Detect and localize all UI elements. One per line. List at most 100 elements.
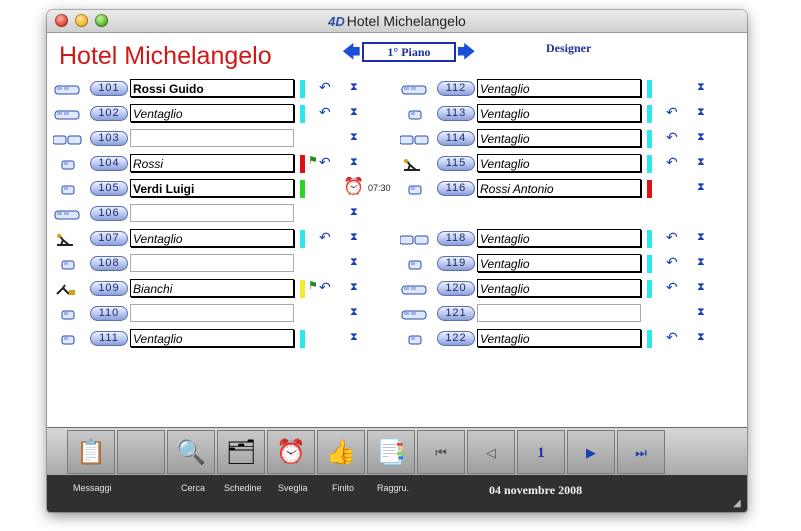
done-button[interactable]: 👍 [317,430,365,474]
room-row-121[interactable]: 121 ⧗ [400,304,740,324]
wakeup-button[interactable]: ⏰ [267,430,315,474]
hourglass-icon[interactable]: ⧗ [350,306,358,319]
room-row-119[interactable]: 119 Ventaglio ↶ ⧗ [400,254,740,274]
room-number-button[interactable]: 116 [437,181,475,196]
room-row-111[interactable]: 111 Ventaglio ⧗ [53,329,393,349]
room-number-button[interactable]: 118 [437,231,475,246]
search-button[interactable]: 🔍 [167,430,215,474]
group-button[interactable]: 📑 [367,430,415,474]
room-number-button[interactable]: 109 [90,281,128,296]
room-row-116[interactable]: 116 Rossi Antonio ⧗ [400,179,740,199]
room-row-112[interactable]: 112 Ventaglio ⧗ [400,79,740,99]
hourglass-icon[interactable]: ⧗ [697,106,705,119]
guest-name-field[interactable]: Verdi Luigi [130,179,294,197]
room-number-button[interactable]: 113 [437,106,475,121]
guest-name-field[interactable] [130,304,294,322]
guest-name-field[interactable]: Ventaglio [477,254,641,272]
room-row-118[interactable]: 118 Ventaglio ↶ ⧗ [399,229,740,249]
checkout-arrow-icon[interactable]: ↶ [666,255,678,269]
room-row-113[interactable]: 113 Ventaglio ↶ ⧗ [400,104,740,124]
guest-name-field[interactable]: Ventaglio [477,279,641,297]
hourglass-icon[interactable]: ⧗ [350,281,358,294]
room-number-button[interactable]: 103 [90,131,128,146]
room-number-button[interactable]: 114 [437,131,475,146]
guest-name-field[interactable]: Rossi Guido [130,79,294,97]
guest-name-field[interactable]: Ventaglio [477,129,641,147]
hourglass-icon[interactable]: ⧗ [350,231,358,244]
next-page-button[interactable]: ▶ [567,430,615,474]
guest-name-field[interactable]: Ventaglio [477,229,641,247]
room-row-105[interactable]: 105 Verdi Luigi ⏰ 07:30 [53,177,393,199]
hourglass-icon[interactable]: ⧗ [697,156,705,169]
checkout-arrow-icon[interactable]: ↶ [319,230,331,244]
checkout-arrow-icon[interactable]: ↶ [666,280,678,294]
guest-name-field[interactable]: Ventaglio [477,154,641,172]
alarm-clock-icon[interactable]: ⏰ [343,177,364,197]
guest-name-field[interactable]: Rossi Antonio [477,179,641,197]
room-number-button[interactable]: 122 [437,331,475,346]
resize-grip-icon[interactable]: ◢ [733,498,745,510]
guest-name-field[interactable]: Bianchi [130,279,294,297]
registration-cards-button[interactable]: 🗂 [217,430,265,474]
room-row-101[interactable]: 101 Rossi Guido ↶ ⧗ [53,79,393,99]
guest-name-field[interactable]: Ventaglio [130,229,294,247]
checkout-arrow-icon[interactable]: ↶ [666,155,678,169]
blank-toolbar-button[interactable] [117,430,165,474]
room-number-button[interactable]: 110 [90,306,128,321]
hourglass-icon[interactable]: ⧗ [697,331,705,344]
checkout-arrow-icon[interactable]: ↶ [319,80,331,94]
first-page-button[interactable]: ⏮ [417,430,465,474]
room-number-button[interactable]: 121 [437,306,475,321]
page-number-button[interactable]: 1 [517,430,565,474]
room-row-102[interactable]: 102 Ventaglio ↶ ⧗ [53,104,393,124]
hourglass-icon[interactable]: ⧗ [350,206,358,219]
next-floor-icon[interactable]: 🡆 [457,43,476,61]
room-row-104[interactable]: 104 Rossi ⚑ ↶ ⧗ [53,154,393,174]
hourglass-icon[interactable]: ⧗ [697,306,705,319]
room-number-button[interactable]: 120 [437,281,475,296]
guest-name-field[interactable] [130,254,294,272]
guest-name-field[interactable]: Ventaglio [477,79,641,97]
room-number-button[interactable]: 105 [90,181,128,196]
room-row-109[interactable]: 109 Bianchi ⚑ ↶ ⧗ [53,279,393,299]
previous-floor-icon[interactable]: 🡄 [342,43,361,61]
guest-name-field[interactable]: Ventaglio [477,104,641,122]
room-row-103[interactable]: 103 ⧗ [52,129,393,149]
hourglass-icon[interactable]: ⧗ [697,231,705,244]
hourglass-icon[interactable]: ⧗ [350,81,358,94]
room-row-120[interactable]: 120 Ventaglio ↶ ⧗ [400,279,740,299]
guest-name-field[interactable]: Ventaglio [130,329,294,347]
hourglass-icon[interactable]: ⧗ [697,181,705,194]
room-number-button[interactable]: 119 [437,256,475,271]
room-number-button[interactable]: 104 [90,156,128,171]
guest-name-field[interactable]: Ventaglio [130,104,294,122]
checkout-arrow-icon[interactable]: ↶ [666,230,678,244]
last-page-button[interactable]: ⏭ [617,430,665,474]
checkout-arrow-icon[interactable]: ↶ [666,105,678,119]
floor-selector[interactable]: 1° Piano [362,42,456,62]
hourglass-icon[interactable]: ⧗ [697,256,705,269]
room-row-106[interactable]: 106 ⧗ [53,204,393,224]
checkout-arrow-icon[interactable]: ↶ [666,130,678,144]
hourglass-icon[interactable]: ⧗ [697,281,705,294]
guest-name-field[interactable] [130,204,294,222]
room-number-button[interactable]: 112 [437,81,475,96]
hourglass-icon[interactable]: ⧗ [350,131,358,144]
room-row-107[interactable]: 107 Ventaglio ↶ ⧗ [53,229,393,249]
hourglass-icon[interactable]: ⧗ [350,106,358,119]
guest-name-field[interactable] [130,129,294,147]
checkout-arrow-icon[interactable]: ↶ [319,105,331,119]
checkout-arrow-icon[interactable]: ↶ [319,280,331,294]
guest-name-field[interactable]: Rossi [130,154,294,172]
room-row-114[interactable]: 114 Ventaglio ↶ ⧗ [399,129,740,149]
room-row-122[interactable]: 122 Ventaglio ↶ ⧗ [400,329,740,349]
hourglass-icon[interactable]: ⧗ [350,256,358,269]
hourglass-icon[interactable]: ⧗ [350,156,358,169]
title-bar[interactable]: 4D Hotel Michelangelo [47,10,747,33]
checkout-arrow-icon[interactable]: ↶ [666,330,678,344]
hourglass-icon[interactable]: ⧗ [697,81,705,94]
room-number-button[interactable]: 102 [90,106,128,121]
room-row-110[interactable]: 110 ⧗ [53,304,393,324]
room-number-button[interactable]: 107 [90,231,128,246]
guest-name-field[interactable]: Ventaglio [477,329,641,347]
